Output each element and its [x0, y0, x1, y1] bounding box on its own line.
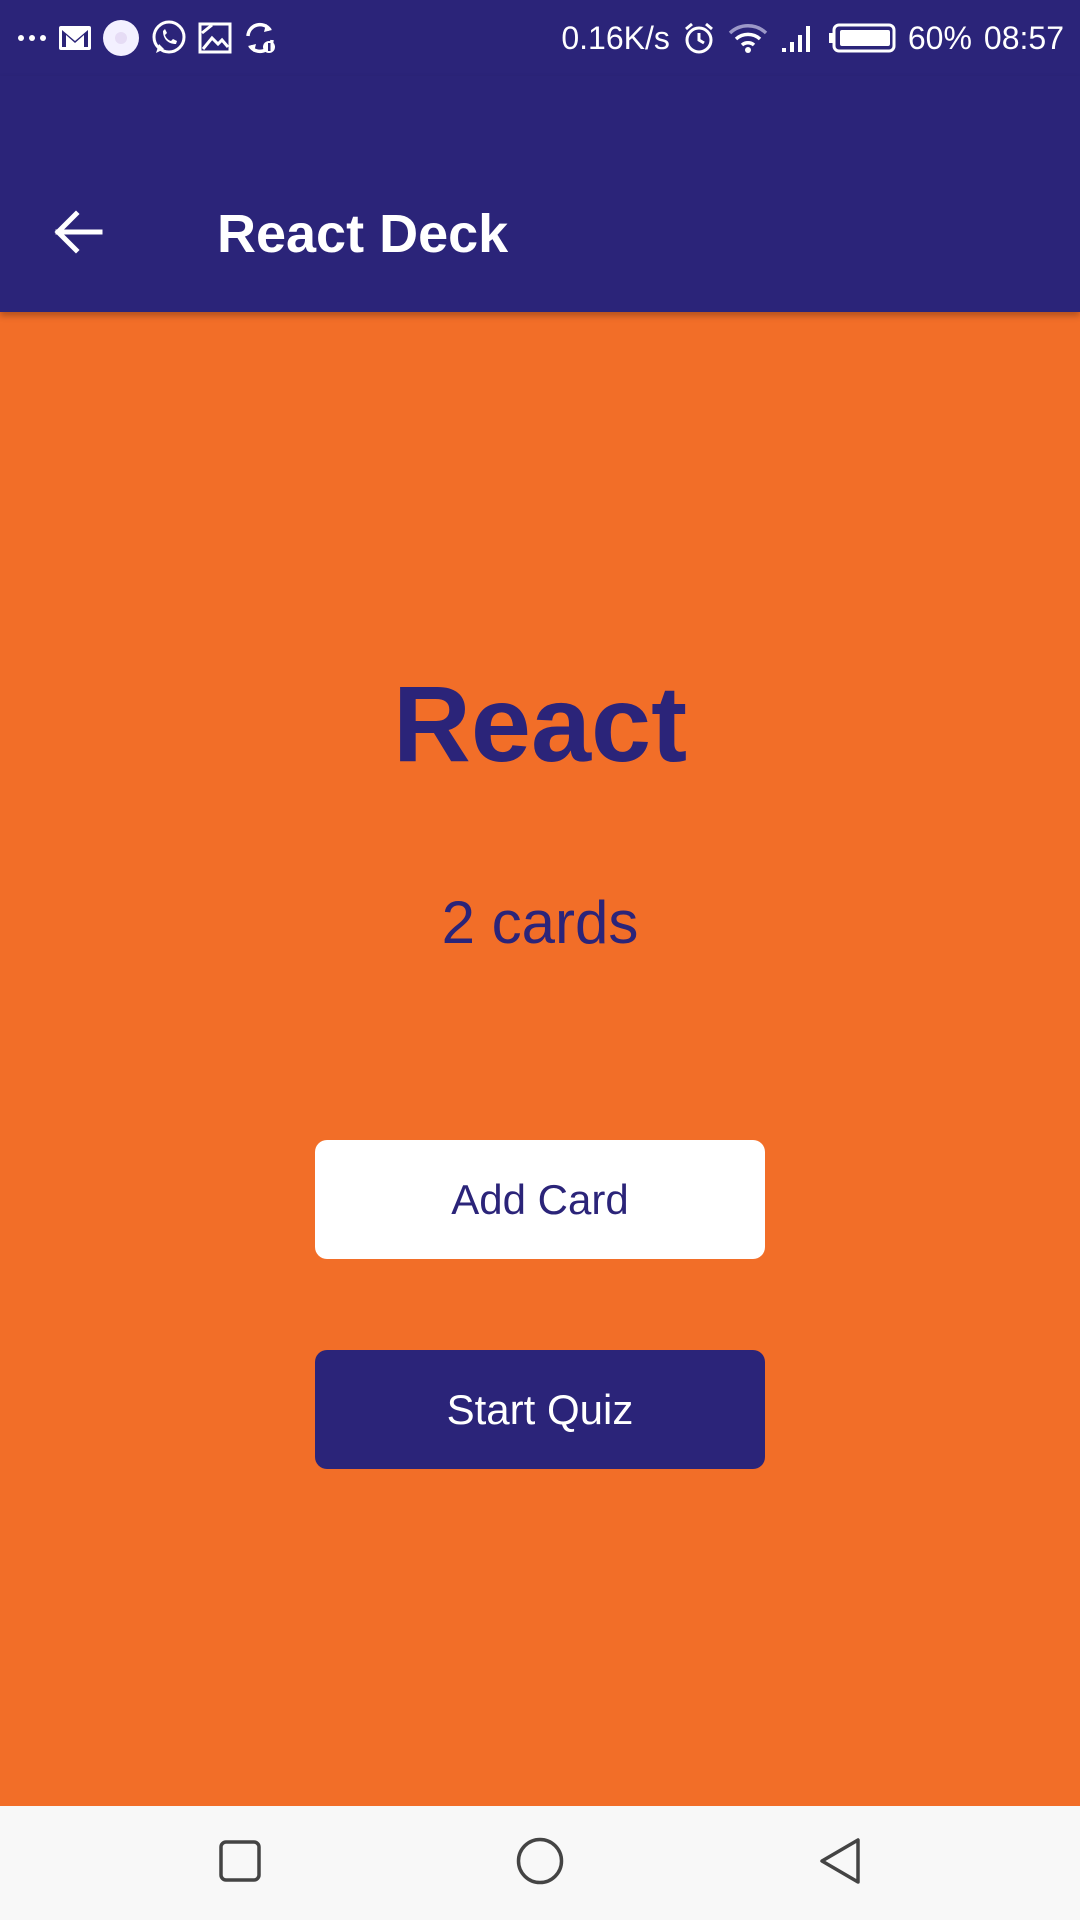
app-bar-title: React Deck	[217, 204, 509, 264]
start-quiz-button[interactable]: Start Quiz	[315, 1350, 765, 1469]
network-speed: 0.16K/s	[561, 19, 670, 56]
gmail-icon	[58, 23, 92, 53]
back-triangle-icon	[816, 1836, 864, 1891]
clock: 08:57	[983, 19, 1064, 56]
home-circle-icon	[515, 1836, 565, 1891]
nav-back-button[interactable]	[810, 1833, 870, 1893]
recents-square-icon	[218, 1839, 262, 1888]
system-nav-bar	[0, 1806, 1080, 1920]
home-button[interactable]	[510, 1833, 570, 1893]
gallery-icon	[198, 21, 232, 55]
recents-button[interactable]	[210, 1833, 270, 1893]
signal-icon	[780, 22, 816, 54]
sync-icon	[242, 20, 278, 56]
deck-title: React	[392, 663, 688, 784]
system-indicators: 0.16K/s 60% 08:57	[561, 14, 1064, 62]
back-button[interactable]	[40, 196, 116, 272]
add-card-label: Add Card	[451, 1175, 629, 1223]
card-count: 2 cards	[441, 889, 639, 956]
start-quiz-label: Start Quiz	[446, 1385, 634, 1433]
status-bar: 0.16K/s 60% 08:57	[0, 0, 1080, 76]
whatsapp-icon	[150, 19, 188, 57]
notification-icons	[16, 16, 278, 60]
more-icon	[16, 22, 48, 54]
deck-detail: React 2 cards Add Card Start Quiz	[0, 312, 1080, 1806]
battery-icon	[828, 22, 896, 54]
arrow-left-icon	[52, 208, 104, 261]
alarm-icon	[682, 21, 716, 55]
app-circle-icon	[102, 19, 140, 57]
wifi-icon	[728, 22, 768, 54]
add-card-button[interactable]: Add Card	[315, 1140, 765, 1259]
app-bar: React Deck	[0, 76, 1080, 312]
battery-percent: 60%	[907, 19, 972, 56]
